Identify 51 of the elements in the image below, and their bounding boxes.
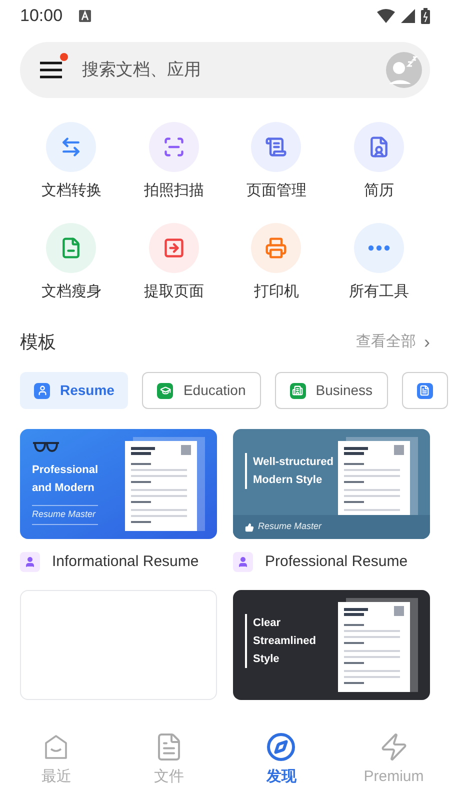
template-headline: Style bbox=[253, 652, 280, 666]
view-all-link[interactable]: 查看全部 bbox=[356, 331, 416, 354]
tool-label: 页面管理 bbox=[246, 181, 306, 201]
template-headline: Well-structured bbox=[253, 455, 334, 470]
scan-icon bbox=[162, 136, 185, 158]
brand-text: Resume Master bbox=[32, 505, 98, 524]
convert-icon bbox=[60, 136, 82, 158]
category-chip[interactable]: Business bbox=[274, 372, 388, 409]
template-card[interactable]: Well-structured Modern Style Resume Master bbox=[233, 429, 430, 539]
nav-tab[interactable]: 发现 bbox=[225, 720, 338, 800]
template-headline: Clear bbox=[253, 616, 282, 630]
tool-label: 文档转换 bbox=[41, 181, 102, 201]
template-title[interactable]: Informational Resume bbox=[52, 551, 199, 574]
tool-label: 打印机 bbox=[254, 282, 299, 302]
template-headline: Professional bbox=[32, 463, 98, 478]
more-icon bbox=[368, 244, 390, 250]
notification-icon bbox=[78, 10, 91, 22]
thumbs-up-icon bbox=[245, 522, 254, 532]
menu-icon[interactable] bbox=[40, 61, 62, 79]
battery-icon bbox=[421, 8, 430, 24]
category-chip[interactable] bbox=[402, 372, 448, 409]
template-card[interactable]: Professional and Modern Resume Master bbox=[20, 429, 217, 539]
template-headline: and Modern bbox=[32, 481, 96, 496]
category-chip[interactable]: Resume bbox=[20, 372, 128, 409]
tool-label: 所有工具 bbox=[348, 282, 409, 302]
compress-icon bbox=[60, 236, 82, 258]
template-card[interactable]: Clear Streamlined Style bbox=[233, 590, 430, 700]
person-icon bbox=[233, 552, 253, 572]
search-bar[interactable]: 搜索文档、应用 bbox=[20, 42, 430, 98]
tool-label: 简历 bbox=[364, 181, 394, 201]
person-icon bbox=[20, 552, 40, 572]
brand-text: Resume Master bbox=[258, 520, 322, 534]
wifi-icon bbox=[377, 9, 395, 23]
status-time: 10:00 bbox=[20, 5, 63, 28]
glasses-icon bbox=[32, 441, 60, 453]
search-field[interactable]: 搜索文档、应用 bbox=[82, 57, 386, 83]
printer-icon bbox=[265, 236, 288, 258]
section-title: 模板 bbox=[20, 331, 56, 354]
tool-label: 提取页面 bbox=[144, 282, 204, 302]
compass-icon bbox=[266, 732, 296, 762]
category-chip[interactable]: Education bbox=[142, 372, 261, 409]
tool-label: 文档瘦身 bbox=[41, 282, 102, 302]
resume-icon bbox=[368, 136, 390, 158]
chevron-right-icon[interactable]: › bbox=[424, 329, 430, 356]
document-icon bbox=[265, 136, 288, 158]
tool-label: 拍照扫描 bbox=[144, 181, 204, 201]
template-headline: Streamlined bbox=[253, 634, 316, 648]
template-title[interactable]: Professional Resume bbox=[265, 551, 408, 574]
template-headline: Modern Style bbox=[253, 473, 324, 488]
signal-icon bbox=[401, 9, 415, 23]
extract-icon bbox=[162, 236, 185, 258]
